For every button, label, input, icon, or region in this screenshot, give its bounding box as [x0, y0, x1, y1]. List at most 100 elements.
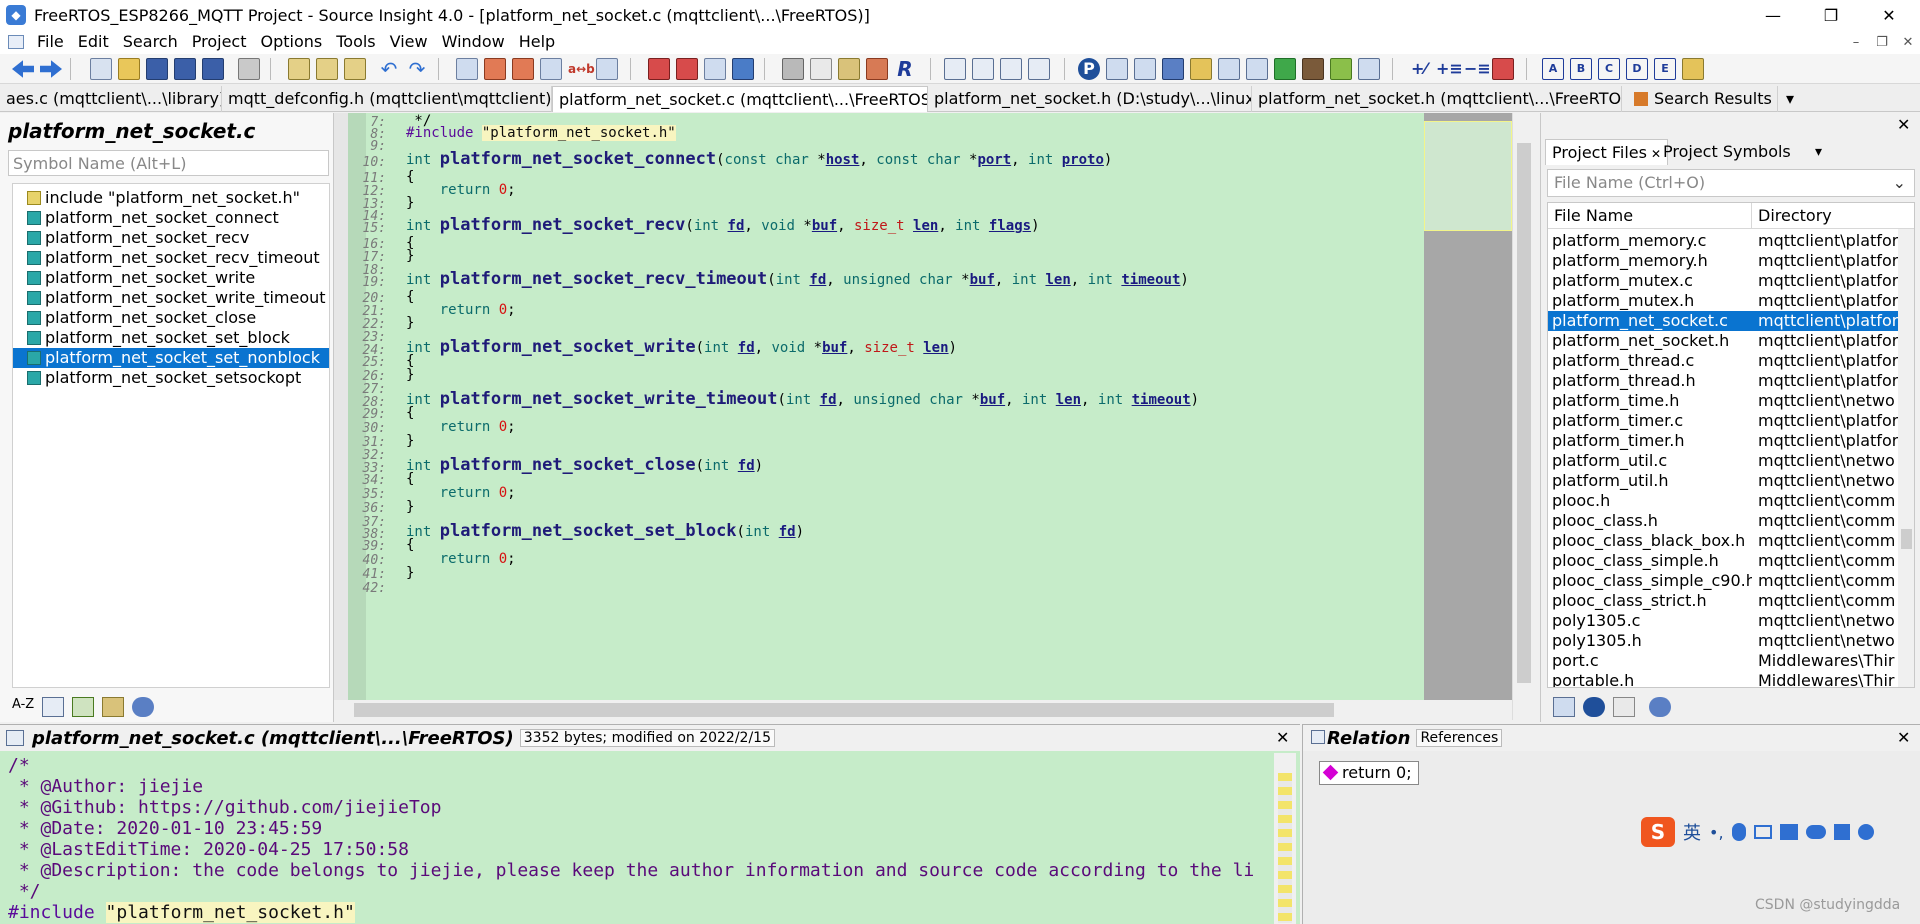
new-file-icon[interactable] — [90, 58, 112, 80]
tile-icon[interactable] — [1358, 58, 1380, 80]
file-row[interactable]: poly1305.h mqttclient\netwo — [1548, 631, 1898, 651]
file-row[interactable]: plooc_class_strict.h mqttclient\comm — [1548, 591, 1898, 611]
build-icon[interactable] — [782, 58, 804, 80]
list-view-icon[interactable] — [42, 697, 65, 717]
game-icon[interactable] — [1805, 825, 1826, 839]
file-row[interactable]: platform_thread.h mqttclient\platfor — [1548, 371, 1898, 391]
menu-options[interactable]: Options — [253, 30, 329, 54]
keyboard-icon[interactable] — [1753, 825, 1772, 839]
file-row[interactable]: poly1305.c mqttclient\netwo — [1548, 611, 1898, 631]
sync-icon[interactable] — [1274, 58, 1296, 80]
menu-help[interactable]: Help — [512, 30, 562, 54]
tab-mqtt-defconfig-h[interactable]: mqtt_defconfig.h (mqttclient\mqttclient) — [222, 86, 552, 112]
symbol-d-icon[interactable]: D — [1626, 58, 1648, 80]
code-editor[interactable]: 7: */8: #include "platform_net_socket.h" 9… — [334, 113, 1424, 700]
symbol-item-write[interactable]: platform_net_socket_write — [13, 268, 329, 288]
code-line[interactable]: } — [406, 499, 414, 515]
file-table-scroll-thumb[interactable] — [1901, 529, 1912, 549]
search-forward-icon[interactable] — [512, 58, 534, 80]
symbol-f-icon[interactable] — [1682, 58, 1704, 80]
tab-overflow-button[interactable]: ▾ — [1780, 86, 1808, 112]
file-table-scrollbar[interactable] — [1898, 229, 1914, 687]
chevron-down-icon[interactable]: ⌄ — [1893, 173, 1906, 192]
symbol-window-icon[interactable] — [810, 58, 832, 80]
search-backward-icon[interactable] — [484, 58, 506, 80]
layout-cascade-icon[interactable] — [1028, 58, 1050, 80]
relation-r-icon[interactable]: R — [894, 58, 916, 80]
file-row[interactable]: platform_timer.c mqttclient\platfor — [1548, 411, 1898, 431]
symbol-item-write-timeout[interactable]: platform_net_socket_write_timeout — [13, 288, 329, 308]
file-row[interactable]: platform_mutex.c mqttclient\platfor — [1548, 271, 1898, 291]
code-line[interactable]: } — [406, 433, 414, 449]
file-row[interactable]: port.c Middlewares\Thir — [1548, 651, 1898, 671]
file-row[interactable]: platform_thread.c mqttclient\platfor — [1548, 351, 1898, 371]
column-header-directory[interactable]: Directory — [1752, 203, 1914, 229]
open-book-icon[interactable] — [838, 58, 860, 80]
layout-split-icon[interactable] — [1000, 58, 1022, 80]
symbol-item-setsockopt[interactable]: platform_net_socket_setsockopt — [13, 368, 329, 388]
tab-project-files[interactable]: Project Files ✕ — [1545, 139, 1668, 165]
code-line[interactable]: return 0; — [406, 419, 516, 435]
symbol-e-icon[interactable]: E — [1654, 58, 1676, 80]
symbol-item-set-nonblock[interactable]: platform_net_socket_set_nonblock — [13, 348, 329, 368]
symbol-b-icon[interactable]: B — [1570, 58, 1592, 80]
upload-icon[interactable] — [732, 58, 754, 80]
save-icon[interactable] — [146, 58, 168, 80]
project-panel-close-button[interactable]: ✕ — [1897, 115, 1910, 134]
references-button[interactable]: References — [1416, 729, 1503, 747]
file-row[interactable]: portable.h Middlewares\Thir — [1548, 671, 1898, 687]
close-button[interactable]: ✕ — [1860, 0, 1918, 30]
undo-icon[interactable]: ↶ — [378, 58, 400, 80]
ime-language-toggle[interactable]: 英 — [1683, 819, 1701, 845]
tab-search-results[interactable]: Search Results — [1628, 86, 1778, 112]
menu-project[interactable]: Project — [185, 30, 254, 54]
file-row[interactable]: platform_net_socket.h mqttclient\platfor — [1548, 331, 1898, 351]
open-folder-icon[interactable] — [118, 58, 140, 80]
code-line[interactable]: int platform_net_socket_set_block(int fd… — [406, 521, 804, 541]
category-view-icon[interactable] — [72, 697, 95, 717]
code-line[interactable]: int platform_net_socket_connect(const ch… — [406, 149, 1112, 169]
code-line[interactable]: } — [406, 565, 414, 581]
menu-window[interactable]: Window — [435, 30, 512, 54]
context-scroll-thumb[interactable] — [1278, 773, 1292, 923]
minimize-button[interactable]: — — [1744, 0, 1802, 30]
code-line[interactable]: return 0; — [406, 302, 516, 318]
gear-icon[interactable] — [1649, 697, 1671, 717]
mdi-minimize-button[interactable]: – — [1842, 32, 1870, 52]
ime-logo-icon[interactable]: S — [1641, 817, 1675, 847]
back-arrow-icon[interactable] — [12, 60, 34, 78]
code-line[interactable]: int platform_net_socket_close(int fd) — [406, 455, 763, 475]
overview-icon[interactable] — [1246, 58, 1268, 80]
settings-icon[interactable] — [1857, 824, 1874, 840]
bookmark-next-icon[interactable] — [676, 58, 698, 80]
context-scrollbar[interactable] — [1274, 753, 1296, 924]
panel-menu-chevron-icon[interactable]: ▾ — [1809, 139, 1828, 165]
file-row[interactable]: plooc.h mqttclient\comm — [1548, 491, 1898, 511]
symbol-item-connect[interactable]: platform_net_socket_connect — [13, 208, 329, 228]
editor-horizontal-scrollbar[interactable] — [334, 700, 1424, 720]
context-window-icon[interactable] — [1162, 58, 1184, 80]
menu-edit[interactable]: Edit — [71, 30, 116, 54]
symbol-item-recv-timeout[interactable]: platform_net_socket_recv_timeout — [13, 248, 329, 268]
tab-platform-net-socket-h-freertos[interactable]: platform_net_socket.h (mqttclient\...\Fr… — [1252, 86, 1622, 112]
sync-files-icon[interactable] — [1553, 697, 1575, 717]
code-line[interactable]: return 0; — [406, 551, 516, 567]
symbol-item-include[interactable]: include "platform_net_socket.h" — [13, 188, 329, 208]
menu-tools[interactable]: Tools — [329, 30, 382, 54]
forward-arrow-icon[interactable] — [40, 60, 62, 78]
editor-vertical-scroll-thumb[interactable] — [1517, 143, 1531, 683]
file-row[interactable]: platform_memory.c mqttclient\platfor — [1548, 231, 1898, 251]
microphone-icon[interactable] — [1731, 823, 1746, 841]
menu-view[interactable]: View — [383, 30, 435, 54]
file-row[interactable]: platform_time.h mqttclient\netwo — [1548, 391, 1898, 411]
symbol-search-input[interactable]: Symbol Name (Alt+L) — [8, 150, 329, 176]
symbol-c-icon[interactable]: C — [1598, 58, 1620, 80]
code-line[interactable]: } — [406, 315, 414, 331]
file-row[interactable]: platform_util.c mqttclient\netwo — [1548, 451, 1898, 471]
file-row[interactable]: plooc_class_simple.h mqttclient\comm — [1548, 551, 1898, 571]
layout-grid-icon[interactable] — [944, 58, 966, 80]
browse-icon[interactable] — [866, 58, 888, 80]
menu-search[interactable]: Search — [116, 30, 185, 54]
lookup-references-icon[interactable] — [596, 58, 618, 80]
skin-icon[interactable] — [1779, 824, 1798, 840]
